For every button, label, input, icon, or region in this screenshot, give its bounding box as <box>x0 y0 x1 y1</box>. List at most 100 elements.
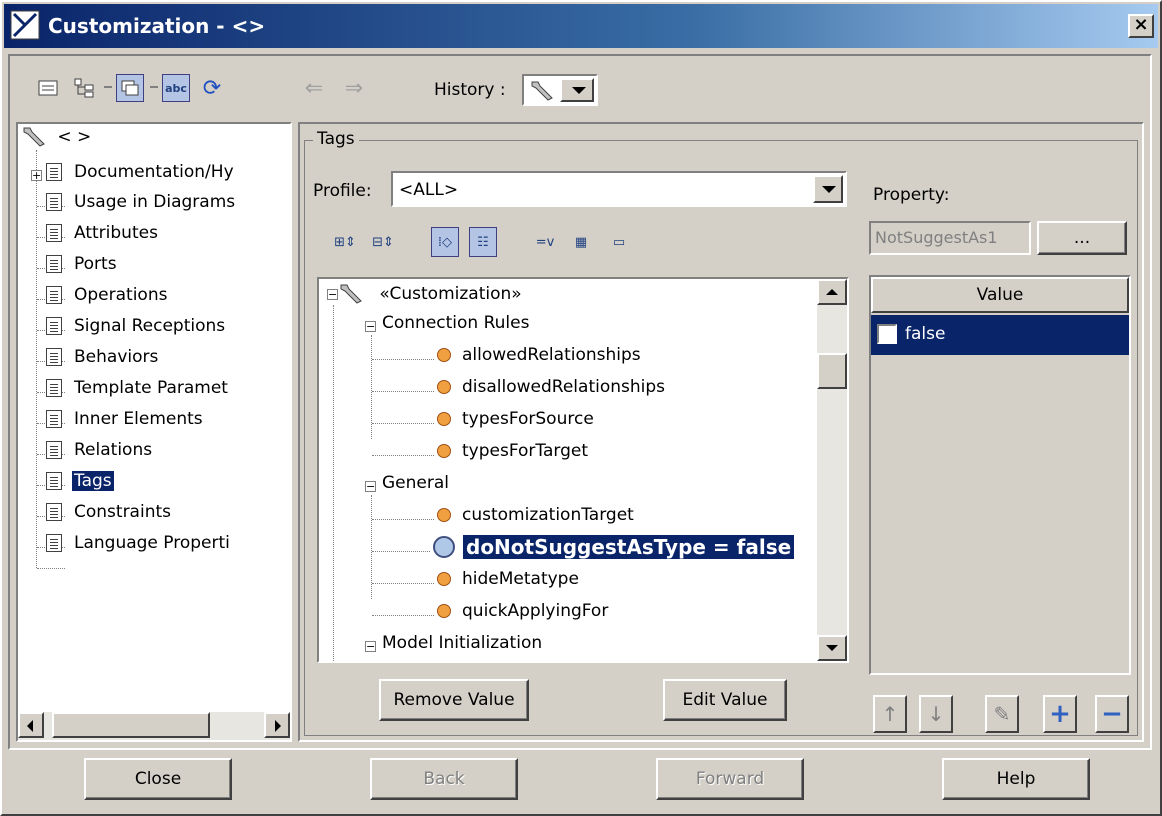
move-up-button[interactable]: ↑ <box>873 695 907 733</box>
tag-item[interactable]: disallowedRelationships <box>437 377 668 407</box>
property-field[interactable]: NotSuggestAs1 <box>869 221 1031 255</box>
pencil-icon: ✎ <box>993 702 1011 726</box>
tree-item[interactable]: Language Properti <box>46 533 232 563</box>
collapse-all-icon[interactable]: ⊟⇕ <box>369 227 397 257</box>
tree-item[interactable]: Documentation/Hy <box>46 162 236 192</box>
document-icon <box>46 348 62 366</box>
document-icon <box>46 441 62 459</box>
edit-value-button[interactable]: Edit Value <box>663 679 787 721</box>
expand-all-icon[interactable]: ⊞⇕ <box>331 227 359 257</box>
scroll-right-button[interactable] <box>264 712 290 738</box>
close-window-button[interactable]: × <box>1128 14 1154 38</box>
tree-item[interactable]: Operations <box>46 285 169 315</box>
tag-group-model-initialization[interactable]: Model Initialization <box>379 633 545 661</box>
value-column-header[interactable]: Value <box>871 277 1129 313</box>
show-stereotypes-icon[interactable]: ⁞◇ <box>431 227 459 257</box>
back-arrow-icon[interactable]: ⇐ <box>300 74 328 102</box>
grid-view-icon[interactable]: ▦ <box>567 227 595 257</box>
tree-item[interactable]: Usage in Diagrams <box>46 192 237 222</box>
tag-item[interactable]: typesForTarget <box>437 441 591 471</box>
forward-arrow-icon[interactable]: ⇒ <box>340 74 368 102</box>
expand-icon[interactable]: + <box>31 170 42 181</box>
value-table: Value false <box>869 275 1131 675</box>
tag-item-selected[interactable]: doNotSuggestAsType = false <box>433 535 795 565</box>
scroll-down-button[interactable] <box>817 635 847 661</box>
forward-button[interactable]: Forward <box>656 758 804 800</box>
document-icon <box>46 286 62 304</box>
scroll-thumb[interactable] <box>52 712 210 738</box>
tree-item[interactable]: Signal Receptions <box>46 316 227 346</box>
add-button[interactable]: + <box>1043 695 1077 733</box>
value-row[interactable]: false <box>871 315 1129 355</box>
tree-item[interactable]: Inner Elements <box>46 409 205 439</box>
help-button[interactable]: Help <box>942 758 1090 800</box>
tag-property-icon <box>437 444 451 458</box>
tags-group: Tags Profile: <ALL> ⊞⇕ ⊟⇕ ⁞◇ ☷ =v ▦ ▭ − <box>304 129 1138 736</box>
window-title: Customization - <> <box>48 14 266 38</box>
scroll-left-button[interactable] <box>18 712 44 738</box>
scroll-thumb[interactable] <box>817 353 847 389</box>
tree-item[interactable]: Behaviors <box>46 347 160 377</box>
abc-filter-icon[interactable]: abc <box>162 74 190 102</box>
tree-item[interactable]: Attributes <box>46 223 160 253</box>
tag-property-icon <box>437 380 451 394</box>
close-button[interactable]: Close <box>84 758 232 800</box>
tag-item[interactable]: customizationTarget <box>437 505 637 535</box>
document-icon <box>46 317 62 335</box>
tag-item[interactable]: hideMetatype <box>437 569 582 599</box>
customization-dialog: Customization - <> × abc ⟳ ⇐ ⇒ History : <box>0 0 1162 816</box>
list-view-icon[interactable] <box>34 74 62 102</box>
arrow-down-icon: ↓ <box>927 702 945 726</box>
profile-label: Profile: <box>313 181 372 201</box>
window-mode-icon[interactable] <box>116 74 144 102</box>
history-combo[interactable] <box>522 74 598 106</box>
tag-icon[interactable]: ▭ <box>605 227 633 257</box>
tree-item-tags[interactable]: Tags <box>46 471 114 501</box>
tree-item[interactable]: Ports <box>46 254 119 284</box>
move-down-button[interactable]: ↓ <box>919 695 953 733</box>
title-bar[interactable]: Customization - <> × <box>4 4 1158 48</box>
edit-button[interactable]: ✎ <box>985 695 1019 733</box>
value-checkbox[interactable] <box>877 324 897 344</box>
collapse-icon[interactable]: − <box>365 321 376 332</box>
tree-view-icon[interactable] <box>70 74 98 102</box>
main-toolbar: abc ⟳ ⇐ ⇒ History : <box>10 56 1150 120</box>
collapse-icon[interactable]: − <box>327 289 338 300</box>
profile-dropdown-button[interactable] <box>813 175 843 203</box>
horizontal-scrollbar[interactable] <box>18 712 290 740</box>
show-values-icon[interactable]: =v <box>531 227 559 257</box>
vertical-scrollbar[interactable] <box>817 279 847 661</box>
property-browse-button[interactable]: ... <box>1037 221 1127 255</box>
tag-tree-root[interactable]: «Customization» <box>339 283 525 313</box>
tag-tree: − «Customization» − Connection Rules all… <box>317 277 849 663</box>
document-icon <box>46 410 62 428</box>
tree-item[interactable]: Template Paramet <box>46 378 230 408</box>
profile-combo[interactable]: <ALL> <box>391 171 847 207</box>
tag-property-icon <box>437 348 451 362</box>
plus-icon: + <box>1049 699 1071 729</box>
scroll-up-button[interactable] <box>817 279 847 305</box>
collapse-icon[interactable]: − <box>365 641 376 652</box>
group-by-icon[interactable]: ☷ <box>469 227 497 257</box>
refresh-icon[interactable]: ⟳ <box>198 74 226 102</box>
tag-item[interactable]: typesForSource <box>437 409 597 439</box>
tag-item[interactable]: quickApplyingFor <box>437 601 611 631</box>
tree-root[interactable]: < > <box>22 126 93 156</box>
document-icon <box>46 534 62 552</box>
remove-value-button[interactable]: Remove Value <box>379 679 529 721</box>
tag-group-connection-rules[interactable]: Connection Rules <box>379 313 532 343</box>
collapse-icon[interactable]: − <box>365 481 376 492</box>
tag-property-selected-icon <box>433 536 455 558</box>
remove-button[interactable]: − <box>1095 695 1129 733</box>
back-button[interactable]: Back <box>370 758 518 800</box>
tag-group-general[interactable]: General <box>379 473 452 503</box>
tree-item[interactable]: Relations <box>46 440 154 470</box>
profile-value: <ALL> <box>399 180 459 200</box>
value-row-label: false <box>905 324 946 344</box>
document-icon <box>46 193 62 211</box>
document-icon <box>46 224 62 242</box>
history-dropdown-button[interactable] <box>560 78 594 102</box>
tag-item[interactable]: allowedRelationships <box>437 345 644 375</box>
category-tree: < > + Documentation/Hy Usage in Diagrams… <box>16 122 292 742</box>
tree-item[interactable]: Constraints <box>46 502 173 532</box>
